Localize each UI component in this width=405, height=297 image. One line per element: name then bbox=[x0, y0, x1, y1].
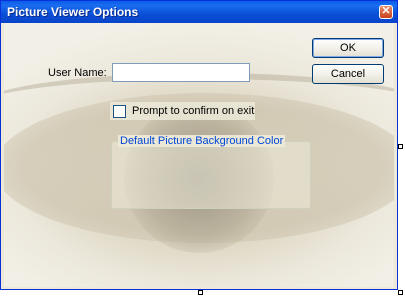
close-glyph: ✕ bbox=[381, 5, 391, 17]
window-title: Picture Viewer Options bbox=[7, 5, 139, 19]
resize-handle-bottom[interactable] bbox=[198, 290, 203, 295]
title-bar[interactable]: Picture Viewer Options ✕ bbox=[1, 1, 397, 23]
prompt-checkbox-row[interactable]: Prompt to confirm on exit bbox=[110, 102, 255, 120]
user-name-label: User Name: bbox=[48, 67, 107, 79]
dialog-client-area: User Name: OK Cancel Prompt to confirm o… bbox=[4, 23, 394, 287]
close-icon[interactable]: ✕ bbox=[379, 5, 393, 19]
background-color-groupbox: Default Picture Background Color bbox=[111, 135, 311, 209]
prompt-checkbox[interactable] bbox=[113, 105, 126, 118]
picture-viewer-options-dialog: Picture Viewer Options ✕ User Name: OK C… bbox=[0, 0, 398, 290]
cancel-button[interactable]: Cancel bbox=[312, 64, 384, 84]
resize-handle-right[interactable] bbox=[398, 144, 403, 149]
ok-button[interactable]: OK bbox=[312, 38, 384, 58]
groupbox-title: Default Picture Background Color bbox=[118, 135, 286, 147]
resize-handle-corner[interactable] bbox=[398, 290, 403, 295]
user-name-input[interactable] bbox=[112, 63, 250, 82]
prompt-checkbox-label: Prompt to confirm on exit bbox=[132, 105, 255, 117]
